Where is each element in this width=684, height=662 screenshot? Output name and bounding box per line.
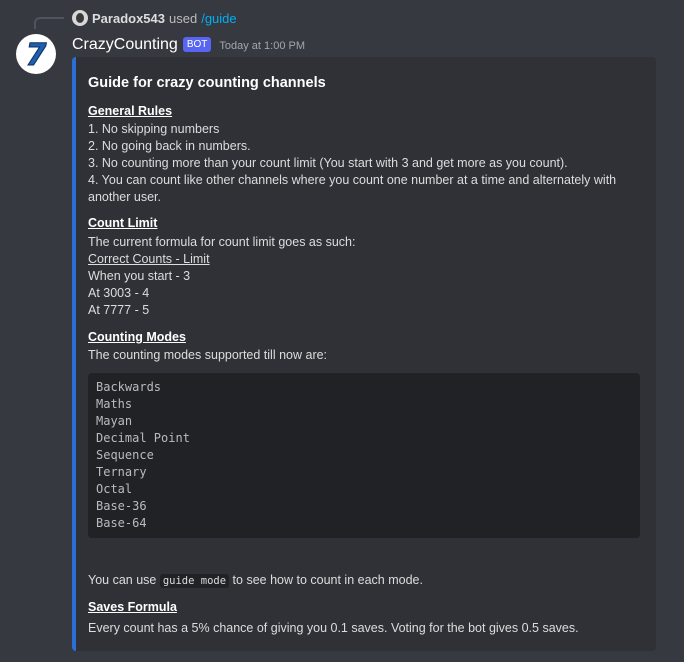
message-timestamp[interactable]: Today at 1:00 PM [219,40,305,52]
rule-line: 3. No counting more than your count limi… [88,156,568,170]
embed-title: Guide for crazy counting channels [88,75,326,91]
modes-code-block: Backwards Maths Mayan Decimal Point Sequ… [88,373,640,538]
svg-text:7: 7 [26,38,47,73]
usage-inline-code: guide mode [159,574,230,588]
mode-item: Sequence [96,448,154,462]
counting-modes-heading: Counting Modes [88,330,186,344]
mode-item: Decimal Point [96,431,190,445]
usage-line: You can use guide mode to see how to cou… [88,572,423,590]
reply-username[interactable]: Paradox543 [92,11,165,26]
bot-avatar[interactable]: 7 [16,34,56,74]
bot-username[interactable]: CrazyCounting [72,36,178,54]
usage-suffix: to see how to count in each mode. [232,573,423,587]
mode-item: Maths [96,397,133,411]
count-limit-intro: The current formula for count limit goes… [88,235,356,249]
mode-item: Base-64 [96,516,147,530]
guide-embed: Guide for crazy counting channels Genera… [72,57,656,651]
reply-command-link[interactable]: /guide [201,11,236,26]
mode-item: Ternary [96,465,147,479]
mode-item: Base-36 [96,499,147,513]
mode-item: Mayan [96,414,133,428]
reply-connector [34,17,64,29]
rule-line: 4. You can count like other channels whe… [88,173,617,187]
reply-used-text: used [169,10,198,26]
count-limit-table-header: Correct Counts - Limit [88,252,210,266]
usage-prefix: You can use [88,573,157,587]
count-limit-line: At 7777 - 5 [88,303,150,317]
saves-formula-text: Every count has a 5% chance of giving yo… [88,621,579,635]
reply-context[interactable]: Paradox543 used /guide [72,9,237,27]
rule-line: another user. [88,190,161,204]
count-limit-line: At 3003 - 4 [88,286,150,300]
counting-modes-intro: The counting modes supported till now ar… [88,348,328,362]
seven-icon: 7 [25,38,47,74]
rule-line: 1. No skipping numbers [88,122,220,136]
reply-user-avatar[interactable] [72,10,88,26]
message-header: CrazyCounting BOT Today at 1:00 PM [72,34,305,56]
discord-message: Paradox543 used /guide 7 CrazyCounting B… [0,0,684,662]
count-limit-line: When you start - 3 [88,269,191,283]
mode-item: Backwards [96,380,162,394]
count-limit-heading: Count Limit [88,216,158,230]
rule-line: 2. No going back in numbers. [88,139,251,153]
bot-badge: BOT [182,36,212,52]
saves-formula-heading: Saves Formula [88,600,177,614]
general-rules-heading: General Rules [88,104,173,118]
mode-item: Octal [96,482,133,496]
